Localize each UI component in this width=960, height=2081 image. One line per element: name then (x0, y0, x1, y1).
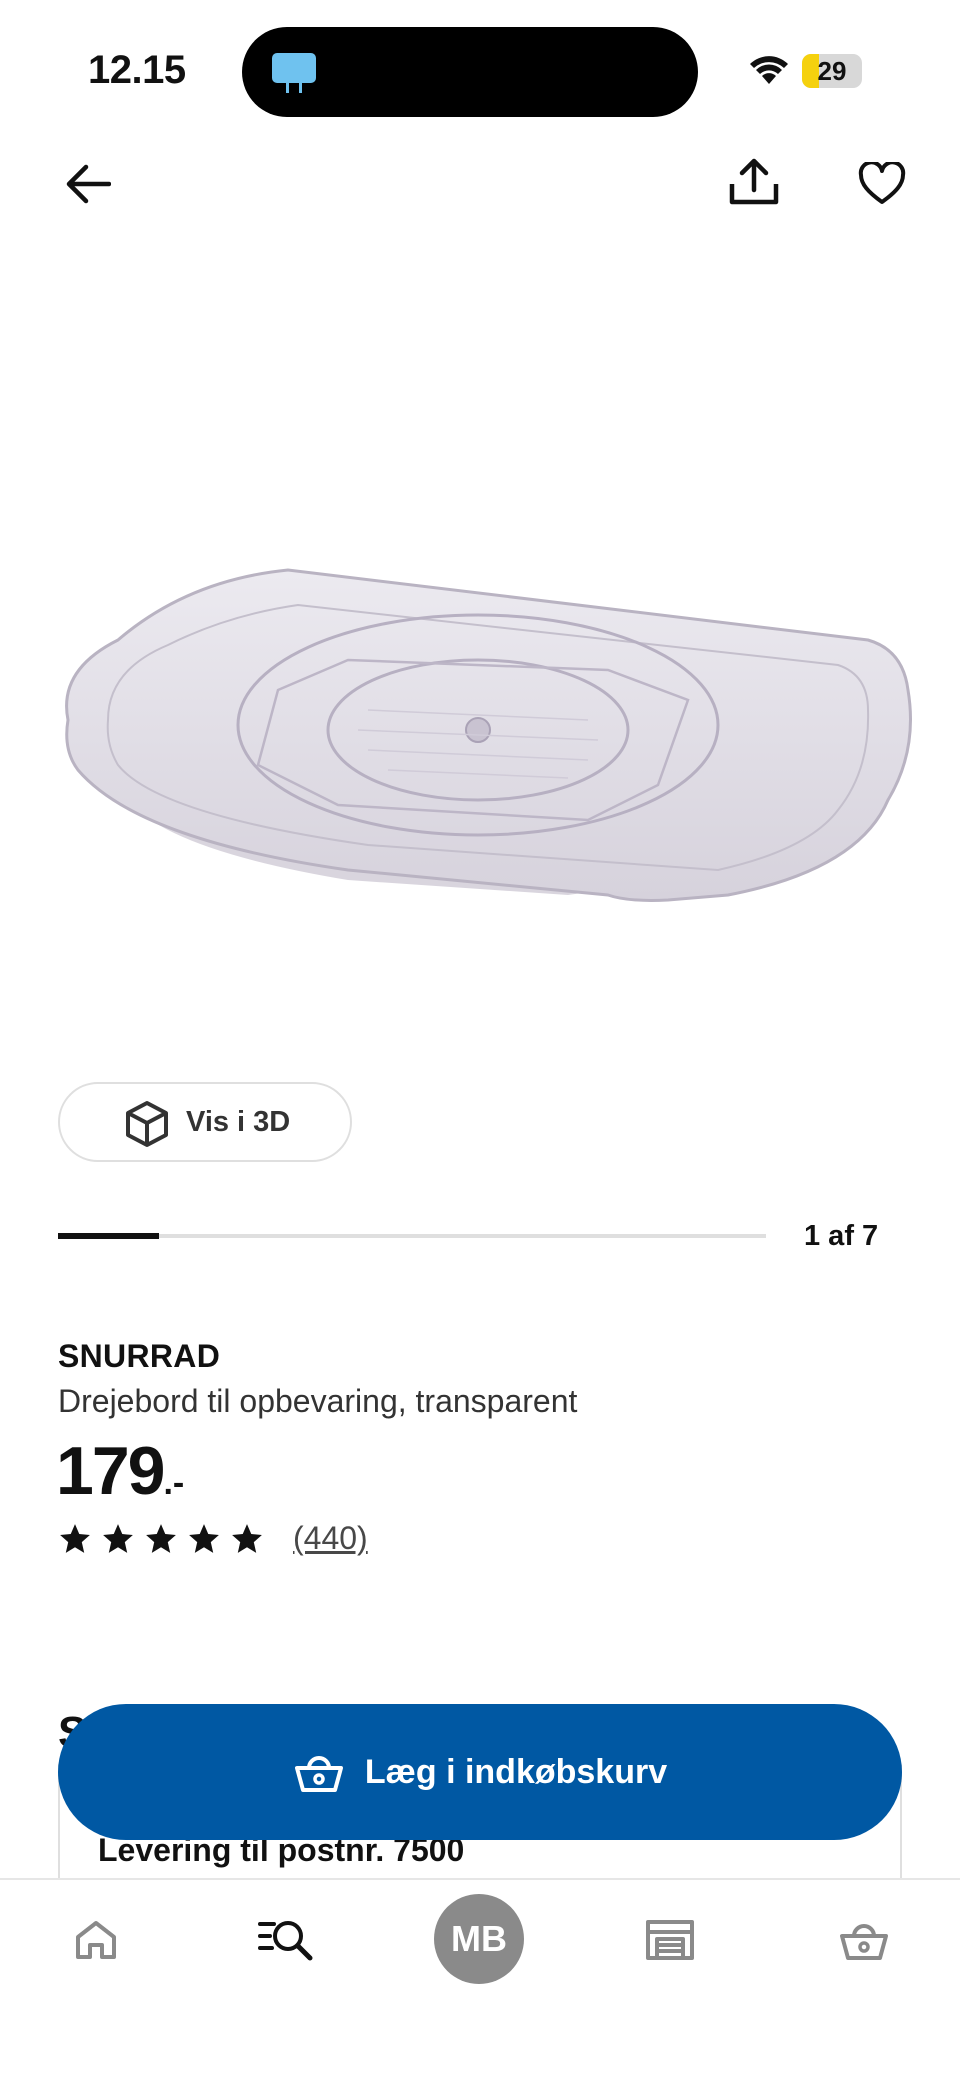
heart-icon (858, 162, 906, 204)
tab-home[interactable] (56, 1900, 136, 1980)
add-to-cart-label: Læg i indkøbskurv (364, 1752, 668, 1791)
star-icon (60, 1523, 90, 1553)
tab-stores[interactable] (630, 1900, 710, 1980)
home-icon (76, 1921, 116, 1959)
product-rating[interactable]: (440) (58, 1520, 368, 1557)
favorite-button[interactable] (850, 152, 914, 216)
view-3d-label: Vis i 3D (186, 1105, 291, 1138)
star-icon (103, 1523, 133, 1553)
review-count[interactable]: (440) (293, 1520, 368, 1557)
arrow-left-icon (66, 164, 111, 204)
price-value: 179 (56, 1433, 165, 1509)
profile-avatar[interactable]: MB (434, 1894, 524, 1984)
tab-search[interactable] (246, 1900, 326, 1980)
wifi-icon (750, 56, 788, 84)
tab-cart[interactable] (824, 1900, 904, 1980)
back-button[interactable] (56, 152, 120, 216)
profile-initials: MB (451, 1918, 507, 1959)
basket-icon (294, 1756, 343, 1792)
tv-stand (286, 83, 302, 93)
star-icon (189, 1523, 219, 1553)
star-icon (232, 1523, 262, 1553)
cube-3d-icon (126, 1101, 168, 1147)
bottom-tab-bar: MB (0, 1878, 960, 2081)
battery-level: 29 (817, 55, 847, 86)
tv-icon (272, 53, 316, 83)
share-icon (729, 158, 779, 205)
add-to-cart-button[interactable]: Læg i indkøbskurv (58, 1704, 902, 1840)
search-icon (258, 1921, 313, 1961)
gallery-progress-fill (58, 1233, 160, 1239)
star-icon (146, 1523, 176, 1553)
view-3d-button[interactable]: Vis i 3D (58, 1082, 352, 1162)
battery-indicator: 29 (802, 54, 862, 88)
product-description: Drejebord til opbevaring, transparent (58, 1383, 578, 1419)
product-price: 179.- (56, 1432, 184, 1510)
share-button[interactable] (722, 150, 786, 214)
store-icon (646, 1920, 694, 1960)
gallery-progress (58, 1233, 766, 1239)
dynamic-island (242, 27, 698, 117)
basket-icon (840, 1924, 888, 1960)
product-name: SNURRAD (58, 1338, 221, 1374)
status-time: 12.15 (88, 48, 186, 92)
product-image[interactable] (48, 550, 912, 930)
gallery-position: 1 af 7 (804, 1220, 879, 1252)
price-suffix: .- (163, 1464, 185, 1502)
